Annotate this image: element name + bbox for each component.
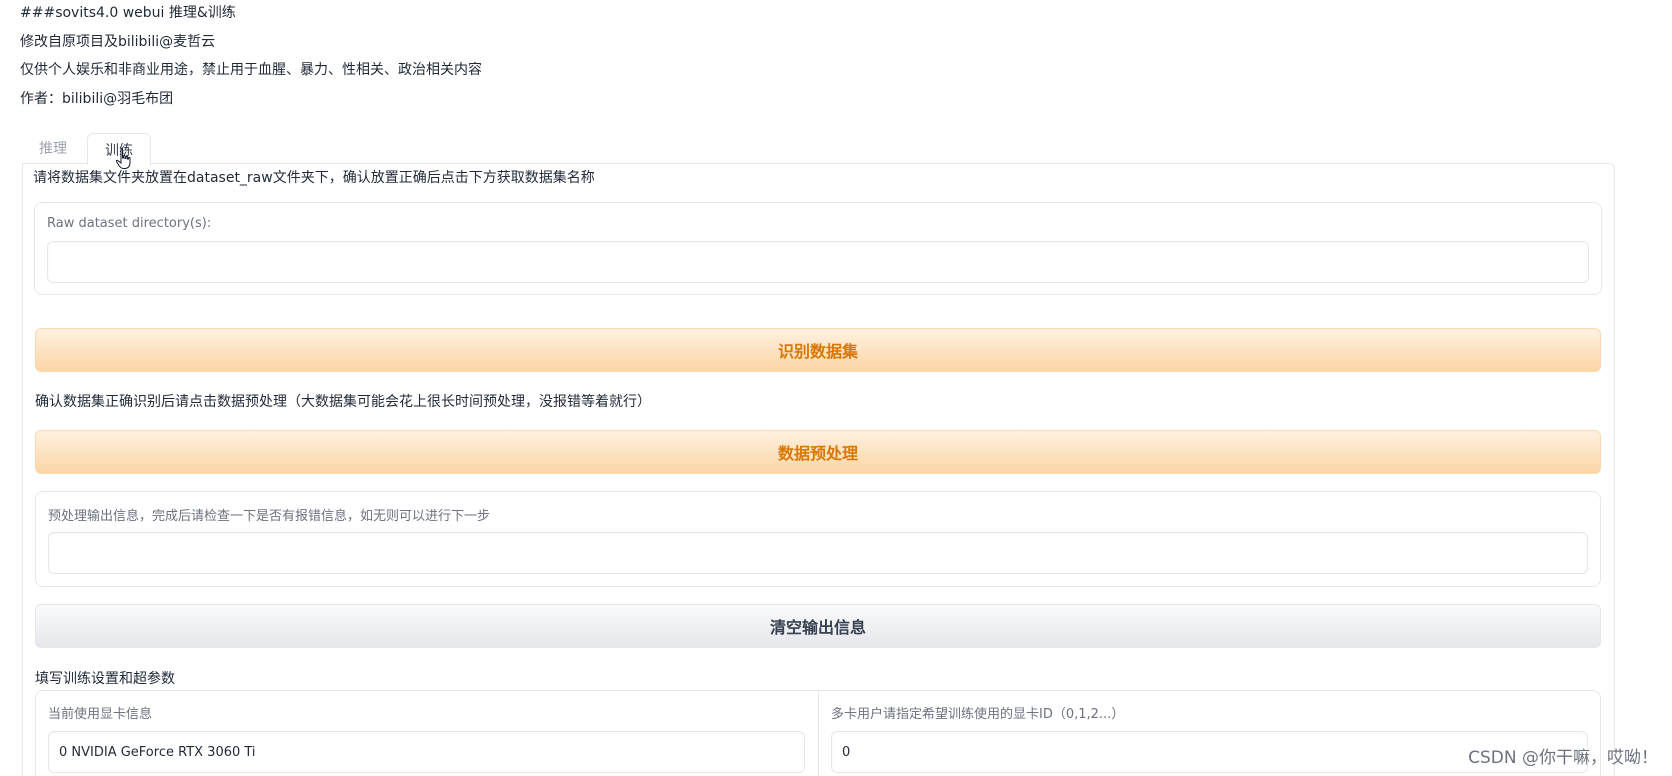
preprocess-output-textbox[interactable] [48, 532, 1588, 574]
identify-dataset-button[interactable]: 识别数据集 [35, 328, 1601, 372]
header-disclaimer: 仅供个人娱乐和非商业用途，禁止用于血腥、暴力、性相关、政治相关内容 [20, 62, 482, 78]
gpu-id-label: 多卡用户请指定希望训练使用的显卡ID（0,1,2...） [831, 707, 1125, 722]
preprocess-output-block: 预处理输出信息，完成后请检查一下是否有报错信息，如无则可以进行下一步 [35, 491, 1601, 587]
csdn-watermark: CSDN @你干嘛，哎呦！ [1468, 748, 1658, 768]
app-page: ###sovits4.0 webui 推理&训练 修改自原项目及bilibili… [0, 0, 1672, 776]
preprocess-button[interactable]: 数据预处理 [35, 430, 1601, 474]
gpu-settings-row: 当前使用显卡信息 0 NVIDIA GeForce RTX 3060 Ti 多卡… [35, 690, 1601, 776]
raw-dataset-input[interactable] [47, 241, 1589, 283]
preprocess-output-label: 预处理输出信息，完成后请检查一下是否有报错信息，如无则可以进行下一步 [48, 509, 491, 524]
header-title: ###sovits4.0 webui 推理&训练 [20, 5, 236, 21]
tab-inference[interactable]: 推理 [22, 133, 84, 163]
header-author: 作者：bilibili@羽毛布团 [20, 91, 174, 107]
gpu-info-label: 当前使用显卡信息 [48, 707, 153, 722]
hand-pointer-icon [115, 148, 131, 169]
gpu-info-textbox[interactable]: 0 NVIDIA GeForce RTX 3060 Ti [48, 731, 805, 773]
gpu-row-divider [818, 691, 819, 776]
raw-dataset-block: Raw dataset directory(s): [34, 202, 1602, 295]
raw-dataset-label: Raw dataset directory(s): [47, 216, 212, 231]
header-credit: 修改自原项目及bilibili@麦哲云 [20, 34, 216, 50]
clear-output-button[interactable]: 清空输出信息 [35, 604, 1601, 648]
instruction-training-settings: 填写训练设置和超参数 [35, 671, 175, 687]
instruction-preprocess: 确认数据集正确识别后请点击数据预处理（大数据集可能会花上很长时间预处理，没报错等… [35, 394, 651, 410]
instruction-dataset-placement: 请将数据集文件夹放置在dataset_raw文件夹下，确认放置正确后点击下方获取… [33, 170, 595, 186]
